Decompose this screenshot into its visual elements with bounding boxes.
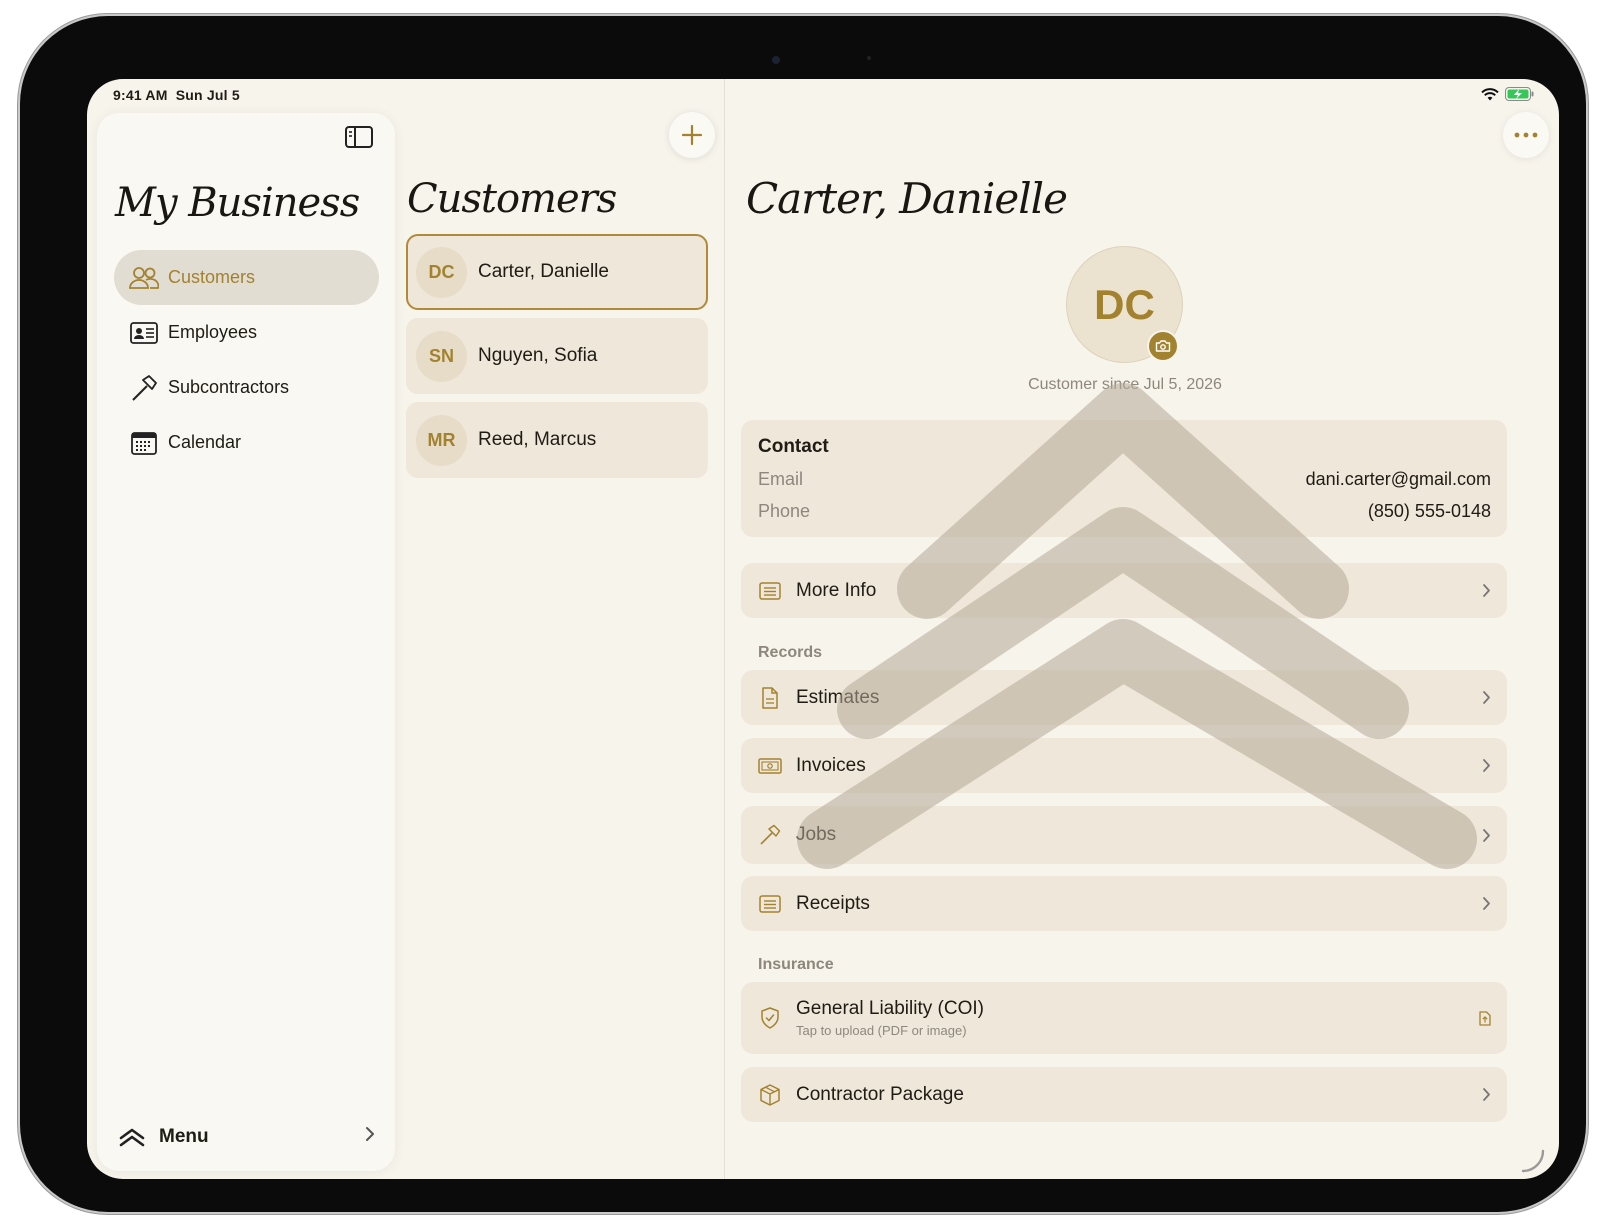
plus-icon: [681, 124, 703, 146]
customer-since: Customer since Jul 5, 2026: [1028, 376, 1222, 393]
invoices-row[interactable]: Invoices: [741, 738, 1507, 793]
avatar: MR: [416, 414, 467, 466]
jobs-row[interactable]: Jobs: [741, 806, 1507, 864]
contractor-package-label: Contractor Package: [796, 1083, 964, 1105]
coi-subtitle: Tap to upload (PDF or image): [796, 1023, 967, 1038]
chevron-right-icon: [1482, 758, 1491, 773]
invoices-label: Invoices: [796, 754, 866, 776]
sidebar-item-calendar[interactable]: Calendar: [114, 415, 379, 470]
email-label: Email: [758, 469, 804, 489]
menu-button[interactable]: Menu: [119, 1121, 381, 1153]
change-photo-button[interactable]: [1147, 330, 1179, 362]
menu-label: Menu: [159, 1126, 209, 1147]
sidebar-title: My Business: [115, 180, 360, 226]
jobs-label: Jobs: [796, 824, 837, 845]
detail-title: Carter, Danielle: [746, 174, 1068, 223]
customer-row[interactable]: MR Reed, Marcus: [406, 402, 708, 478]
tablet-frame: 9:41 AM Sun Jul 5 My Business Customers …: [20, 16, 1586, 1212]
sidebar-item-label: Employees: [168, 322, 258, 342]
resize-handle-icon: [1521, 1149, 1545, 1173]
column-divider: [724, 79, 725, 1179]
document-icon: [758, 686, 782, 710]
battery-charging-icon: [1505, 87, 1534, 101]
estimates-row[interactable]: Estimates: [741, 670, 1507, 725]
more-info-label: More Info: [796, 579, 877, 601]
phone-value[interactable]: (850) 555-0148: [1368, 501, 1491, 522]
people-icon: [128, 264, 160, 292]
camera-icon: [1155, 340, 1171, 352]
customer-name: Nguyen, Sofia: [478, 345, 598, 366]
contact-heading: Contact: [758, 436, 829, 457]
customer-name: Reed, Marcus: [478, 429, 597, 450]
coi-title: General Liability (COI): [796, 998, 984, 1019]
ellipsis-icon: [1514, 132, 1538, 138]
front-camera: [772, 56, 780, 64]
package-icon: [758, 1083, 782, 1107]
more-info-row[interactable]: More Info: [741, 563, 1507, 618]
hammer-icon: [128, 374, 160, 402]
calendar-icon: [128, 429, 160, 457]
phone-label: Phone: [758, 501, 811, 521]
chevron-right-icon: [365, 1126, 375, 1148]
ambient-sensor: [867, 56, 871, 60]
receipts-label: Receipts: [796, 892, 870, 914]
contractor-package-row[interactable]: Contractor Package: [741, 1067, 1507, 1122]
sidebar-nav: Customers Employees Subcontractors Calen…: [114, 250, 379, 470]
screen: 9:41 AM Sun Jul 5 My Business Customers …: [87, 79, 1559, 1179]
add-customer-button[interactable]: [669, 112, 715, 158]
customers-title: Customers: [407, 176, 617, 222]
receipts-row[interactable]: Receipts: [741, 876, 1507, 931]
sidebar-toggle-icon[interactable]: [345, 126, 375, 150]
sidebar-item-label: Subcontractors: [168, 377, 290, 397]
app-logo-icon: [119, 1127, 145, 1147]
customer-row[interactable]: SN Nguyen, Sofia: [406, 318, 708, 394]
sidebar-item-customers[interactable]: Customers: [114, 250, 379, 305]
banknote-icon: [758, 754, 782, 778]
chevron-right-icon: [1482, 1087, 1491, 1102]
more-options-button[interactable]: [1503, 112, 1549, 158]
shield-check-icon: [758, 1006, 782, 1030]
status-time: 9:41 AM Sun Jul 5: [113, 87, 240, 103]
id-card-icon: [128, 319, 160, 347]
list-icon: [758, 579, 782, 603]
email-value[interactable]: dani.carter@gmail.com: [1306, 469, 1491, 490]
customer-row[interactable]: DC Carter, Danielle: [406, 234, 708, 310]
avatar: DC: [416, 246, 467, 298]
sidebar-item-label: Calendar: [168, 432, 242, 452]
chevron-right-icon: [1482, 690, 1491, 705]
status-icons: [1481, 87, 1535, 101]
upload-document-icon: [1479, 1010, 1491, 1026]
hammer-icon: [758, 823, 782, 847]
receipt-icon: [758, 892, 782, 916]
insurance-section-label: Insurance: [758, 956, 834, 973]
sidebar-item-employees[interactable]: Employees: [114, 305, 379, 360]
avatar: SN: [416, 330, 467, 382]
sidebar-item-label: Customers: [168, 267, 256, 287]
chevron-right-icon: [1482, 583, 1491, 598]
wifi-icon: [1481, 87, 1499, 100]
chevron-right-icon: [1482, 828, 1491, 843]
records-section-label: Records: [758, 644, 823, 661]
sidebar: My Business Customers Employees Subcontr…: [97, 113, 395, 1171]
coi-upload-row[interactable]: General Liability (COI) Tap to upload (P…: [741, 982, 1507, 1054]
estimates-label: Estimates: [796, 686, 880, 708]
customer-list: DC Carter, Danielle SN Nguyen, Sofia MR …: [406, 234, 708, 486]
sidebar-item-subcontractors[interactable]: Subcontractors: [114, 360, 379, 415]
customer-name: Carter, Danielle: [478, 261, 609, 282]
contact-card: Contact Email dani.carter@gmail.com Phon…: [741, 420, 1507, 537]
chevron-right-icon: [1482, 896, 1491, 911]
